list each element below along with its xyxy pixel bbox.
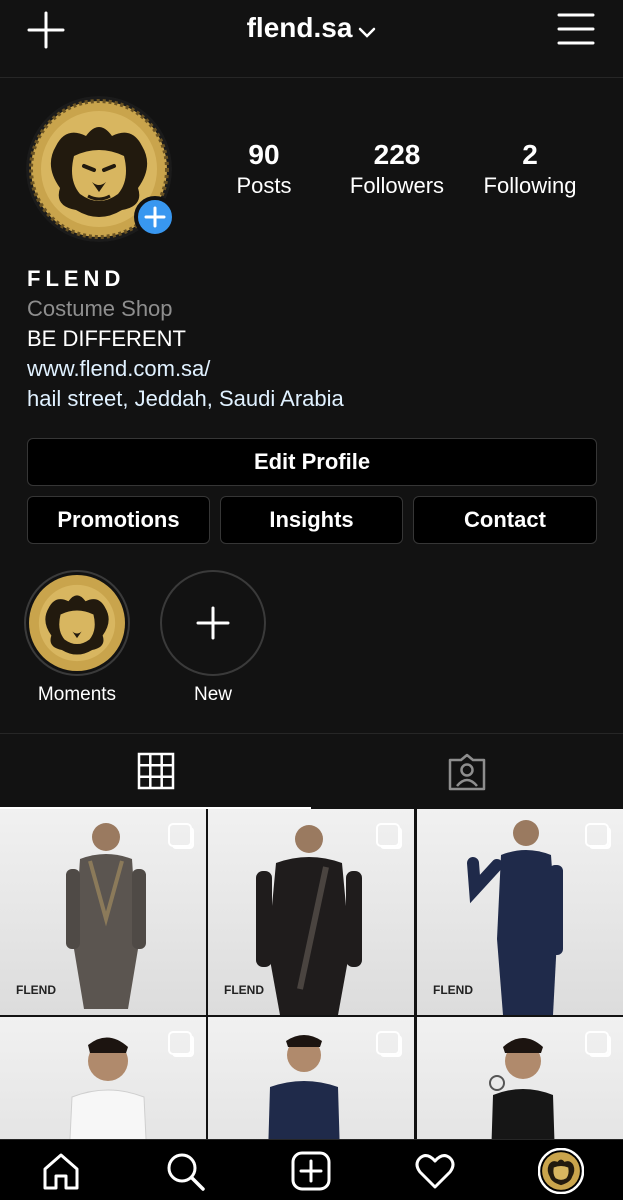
hamburger-menu-icon[interactable] (557, 12, 595, 46)
stat-number: 2 (522, 139, 538, 170)
profile-tab-avatar[interactable] (538, 1148, 584, 1194)
highlight-label: Moments (37, 684, 117, 705)
multi-post-icon (585, 823, 609, 847)
contact-button[interactable]: Contact (413, 496, 597, 544)
followers-count[interactable]: 228 Followers (338, 138, 456, 200)
top-bar: flend.sa (0, 0, 623, 78)
tab-tagged[interactable] (311, 734, 622, 809)
post-thumbnail[interactable]: FLEND (208, 809, 414, 1015)
new-post-icon[interactable] (288, 1148, 334, 1194)
account-switcher[interactable]: flend.sa (0, 12, 623, 46)
brand-watermark: FLEND (16, 983, 56, 997)
stat-number: 90 (248, 139, 280, 170)
display-name: FLEND (27, 266, 126, 291)
stat-label: Following (483, 173, 577, 198)
edit-profile-button[interactable]: Edit Profile (27, 438, 597, 486)
stat-number: 228 (373, 139, 421, 170)
add-story-button[interactable] (134, 196, 176, 238)
plus-icon (196, 606, 230, 640)
grid-icon (137, 752, 174, 789)
tagline: BE DIFFERENT (27, 326, 186, 351)
highlight-label: New (193, 684, 232, 705)
post-thumbnail[interactable] (417, 1017, 623, 1141)
chevron-down-icon (358, 14, 376, 46)
home-icon[interactable] (38, 1148, 84, 1194)
highlight-moments[interactable]: Moments (22, 570, 132, 706)
following-count[interactable]: 2 Following (472, 138, 588, 200)
search-icon[interactable] (162, 1148, 208, 1194)
tagged-icon (448, 753, 485, 790)
posts-grid: FLEND FLEND FLEND (0, 809, 623, 1141)
post-thumbnail[interactable] (0, 1017, 206, 1141)
profile-tabs (0, 733, 623, 809)
highlight-ring (160, 570, 266, 676)
stat-label: Followers (349, 173, 445, 198)
tab-posts-grid[interactable] (0, 734, 311, 809)
post-thumbnail[interactable]: FLEND (0, 809, 206, 1015)
category-label: Costume Shop (27, 296, 173, 321)
multi-post-icon (168, 1031, 192, 1055)
stat-label: Posts (236, 173, 292, 198)
address-link[interactable]: hail street, Jeddah, Saudi Arabia (27, 384, 597, 414)
brand-watermark: FLEND (433, 983, 473, 997)
highlight-ring (24, 570, 130, 676)
lion-logo-icon (29, 575, 125, 671)
promotions-button[interactable]: Promotions (27, 496, 210, 544)
brand-watermark: FLEND (224, 983, 264, 997)
profile-bio: FLEND Costume Shop BE DIFFERENT www.flen… (27, 264, 597, 414)
multi-post-icon (376, 823, 400, 847)
website-link[interactable]: www.flend.com.sa/ (27, 354, 597, 384)
username: flend.sa (246, 12, 353, 43)
multi-post-icon (585, 1031, 609, 1055)
multi-post-icon (168, 823, 192, 847)
multi-post-icon (376, 1031, 400, 1055)
post-thumbnail[interactable]: FLEND (417, 809, 623, 1015)
heart-icon[interactable] (412, 1148, 458, 1194)
post-thumbnail[interactable] (208, 1017, 414, 1141)
highlight-new[interactable]: New (158, 570, 268, 706)
bottom-navigation (0, 1139, 623, 1200)
lion-logo-icon (538, 1148, 584, 1194)
insights-button[interactable]: Insights (220, 496, 403, 544)
posts-count[interactable]: 90 Posts (218, 138, 310, 200)
